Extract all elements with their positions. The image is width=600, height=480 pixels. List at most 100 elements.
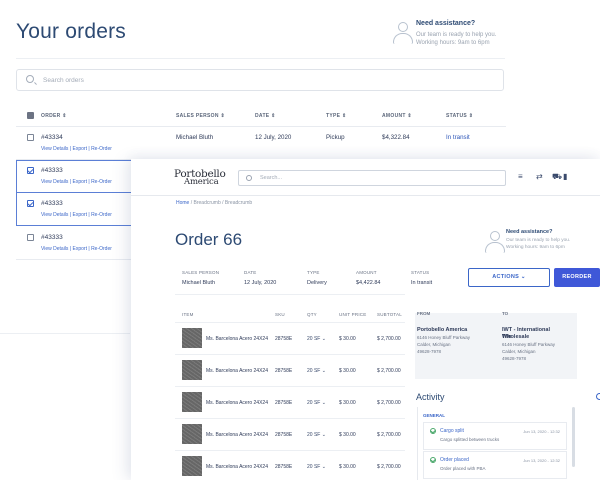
item-unit-price: $ 30.00	[339, 464, 356, 470]
row-actions: View Details | Export | Re-Order	[41, 246, 112, 252]
divider	[16, 58, 505, 59]
breadcrumb-home[interactable]: Home	[176, 200, 189, 206]
reorder-link[interactable]: Re-Order	[91, 212, 112, 218]
event-title: Order placed	[440, 457, 469, 463]
date-cell: 12 July, 2020	[255, 134, 292, 141]
link-separator: |	[88, 212, 90, 218]
link-separator: |	[88, 179, 90, 185]
swap-icon[interactable]: ⇄	[536, 172, 543, 181]
column-sku: SKU	[275, 312, 285, 317]
summary-amount: $4,422.84	[356, 280, 381, 286]
item-subtotal: $ 2,700.00	[377, 464, 401, 470]
row-checkbox[interactable]	[27, 134, 34, 141]
reorder-link[interactable]: Re-Order	[91, 246, 112, 252]
export-link[interactable]: Export	[73, 212, 87, 218]
row-actions: View Details | Export | Re-Order	[41, 179, 112, 185]
breadcrumb-separator: /	[190, 200, 193, 206]
from-address-line-3: 49628-7978	[417, 349, 442, 354]
view-details-link[interactable]: View Details	[41, 146, 68, 152]
link-separator: |	[69, 246, 72, 252]
item-row[interactable]: Ms. Barcelona Acero 24X24 28758E 20 SF ⌄…	[175, 322, 405, 354]
item-qty-select[interactable]: 20 SF ⌄	[307, 336, 326, 342]
page-title: Your orders	[16, 20, 126, 43]
column-item: ITEM	[182, 312, 194, 317]
assistance-title: Need assistance?	[506, 229, 553, 235]
assistance-box[interactable]: Need assistance? Our team is ready to he…	[392, 18, 592, 54]
reorder-link[interactable]: Re-Order	[91, 179, 112, 185]
column-sales-person[interactable]: SALES PERSON ⇕	[176, 113, 225, 119]
sales-person-cell: Michael Bluth	[176, 134, 214, 141]
item-qty-select[interactable]: 20 SF ⌄	[307, 368, 326, 374]
truck-icon[interactable]: ⛟	[552, 172, 562, 182]
assistance-line-1: Our team is ready to help you.	[506, 238, 571, 243]
item-row[interactable]: Ms. Barcelona Acero 24X24 28758E 20 SF ⌄…	[175, 450, 405, 480]
global-search[interactable]	[238, 170, 506, 186]
item-row[interactable]: Ms. Barcelona Acero 24X24 28758E 20 SF ⌄…	[175, 418, 405, 450]
amount-cell: $4,322.84	[382, 134, 410, 141]
item-qty-select[interactable]: 20 SF ⌄	[307, 400, 326, 406]
event-description: Cargo splitted between trucks	[440, 437, 500, 442]
bar-chart-icon[interactable]: ▮	[563, 172, 567, 181]
to-name-line-2: Tile	[502, 334, 512, 340]
item-unit-price: $ 30.00	[339, 400, 356, 406]
summary-head-date: DATE	[244, 270, 257, 275]
item-name: Ms. Barcelona Acero 24X24	[206, 432, 268, 438]
event-description: Order placed with PBA	[440, 466, 486, 471]
item-row[interactable]: Ms. Barcelona Acero 24X24 28758E 20 SF ⌄…	[175, 354, 405, 386]
summary-type: Delivery	[307, 280, 327, 286]
column-date[interactable]: DATE ⇕	[255, 113, 276, 119]
support-person-icon	[392, 22, 414, 46]
reorder-button[interactable]: REORDER	[554, 268, 600, 287]
product-thumbnail	[182, 392, 202, 412]
row-checkbox[interactable]	[27, 167, 34, 174]
row-checkbox[interactable]	[27, 234, 34, 241]
to-label: TO	[502, 311, 509, 316]
activity-scrollbar[interactable]	[572, 407, 575, 467]
status-cell: In transit	[446, 134, 470, 141]
activity-event[interactable]: Cargo split Cargo splitted between truck…	[423, 422, 567, 450]
to-address-line-1: 6146 Honey Bluff Parkway	[502, 342, 555, 347]
column-qty: QTY	[307, 312, 317, 317]
export-link[interactable]: Export	[73, 179, 87, 185]
column-amount[interactable]: AMOUNT ⇕	[382, 113, 412, 119]
actions-dropdown-button[interactable]: ACTIONS ⌄	[468, 268, 550, 287]
breadcrumb-separator: /	[222, 200, 224, 206]
brand-logo-subline[interactable]: America	[184, 177, 219, 187]
orders-search[interactable]	[16, 69, 504, 91]
column-type[interactable]: TYPE ⇕	[326, 113, 346, 119]
column-order[interactable]: ORDER ⇕	[41, 113, 67, 119]
item-qty-select[interactable]: 20 SF ⌄	[307, 464, 326, 470]
column-status[interactable]: STATUS ⇕	[446, 113, 473, 119]
reorder-link[interactable]: Re-Order	[91, 146, 112, 152]
view-details-link[interactable]: View Details	[41, 179, 68, 185]
order-title: Order 66	[175, 230, 243, 249]
global-search-input[interactable]	[260, 172, 500, 184]
menu-icon[interactable]: ≡	[518, 172, 523, 181]
item-name: Ms. Barcelona Acero 24X24	[206, 336, 268, 342]
zoom-icon[interactable]	[596, 393, 600, 400]
assistance-line-2: Working hours: 9am to 6pm	[506, 245, 565, 250]
view-details-link[interactable]: View Details	[41, 246, 68, 252]
from-label: FROM	[417, 311, 431, 316]
activity-event[interactable]: Order placed Order placed with PBA Jun 1…	[423, 451, 567, 479]
breadcrumb-item[interactable]: Breadcrumb	[194, 200, 221, 206]
item-qty-select[interactable]: 20 SF ⌄	[307, 432, 326, 438]
breadcrumb: Home / Breadcrumb / Breadcrumb	[176, 200, 252, 206]
summary-head-type: TYPE	[307, 270, 320, 275]
view-details-link[interactable]: View Details	[41, 212, 68, 218]
item-row[interactable]: Ms. Barcelona Acero 24X24 28758E 20 SF ⌄…	[175, 386, 405, 418]
select-all-checkbox[interactable]	[27, 112, 34, 119]
item-sku: 28758E	[275, 400, 293, 406]
row-checkbox[interactable]	[27, 200, 34, 207]
check-circle-icon	[430, 457, 436, 463]
assistance-box[interactable]: Need assistance? Our team is ready to he…	[484, 229, 599, 259]
type-cell: Pickup	[326, 134, 345, 141]
export-link[interactable]: Export	[73, 146, 87, 152]
table-row[interactable]: #43334 View Details | Export | Re-Order …	[16, 126, 506, 160]
product-thumbnail	[182, 424, 202, 444]
orders-search-input[interactable]	[43, 73, 483, 87]
export-link[interactable]: Export	[73, 246, 87, 252]
from-address-line-1: 6146 Honey Bluff Parkway	[417, 335, 470, 340]
column-unit-price: UNIT PRICE	[339, 312, 367, 317]
link-separator: |	[69, 212, 72, 218]
